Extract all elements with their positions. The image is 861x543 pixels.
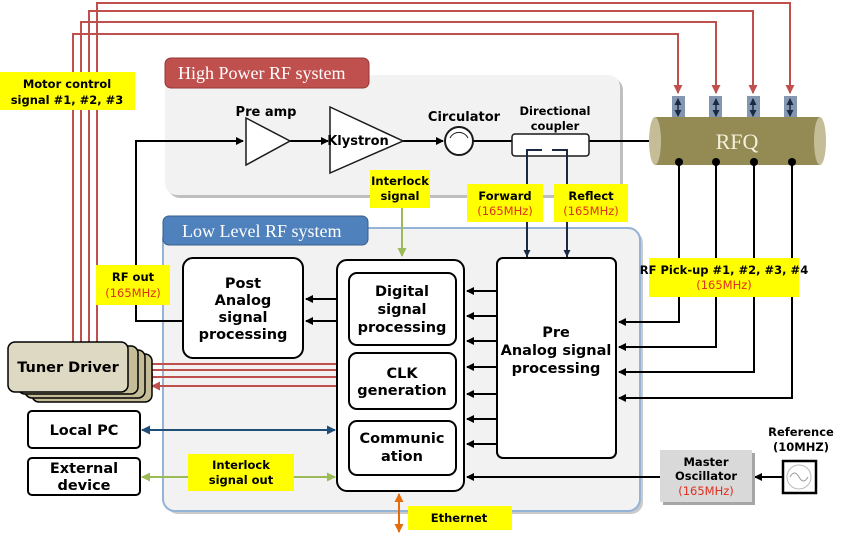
labels-motor-1-text: signal #1, #2, #3 bbox=[11, 93, 124, 107]
tuner-driver-stack: Tuner Driver bbox=[7, 341, 153, 403]
rfq-cavity: RFQ bbox=[649, 96, 826, 166]
external-master_osc-1-text: Oscillator bbox=[675, 469, 737, 483]
low_level-pre_analog-2-text: processing bbox=[512, 361, 601, 377]
communication-block: Communic ation bbox=[348, 420, 457, 476]
interlock-signal-label: Interlock signal bbox=[370, 170, 430, 208]
labels-interlock-1-text: signal bbox=[381, 189, 420, 203]
labels-forward-0-text: Forward bbox=[478, 189, 531, 203]
labels-rf_out-1-text: (165MHz) bbox=[105, 286, 161, 300]
digital-signal-processing-block: Digital signal processing bbox=[348, 272, 457, 346]
rfq-tuner-ports bbox=[672, 96, 797, 117]
pre-analog-block: Pre Analog signal processing bbox=[496, 257, 617, 459]
labels-reflect-0-text: Reflect bbox=[568, 189, 614, 203]
low_level-digital-2-text: processing bbox=[358, 320, 447, 336]
external-master_osc-0-text: Master bbox=[683, 455, 728, 469]
low-level-title: Low Level RF system bbox=[182, 221, 342, 241]
circulator-icon bbox=[444, 126, 474, 156]
labels-interlock_out-1-text: signal out bbox=[209, 473, 274, 487]
external-device-box: External device bbox=[27, 457, 141, 496]
low_level-digital-0-text: Digital bbox=[375, 284, 429, 300]
labels-motor-0-text: Motor control bbox=[23, 77, 111, 91]
low_level-comm-0-text: Communic bbox=[359, 431, 444, 447]
external-reference-0-text: Reference bbox=[768, 425, 834, 439]
labels-forward-1-text: (165MHz) bbox=[477, 204, 533, 218]
low_level-digital-1-text: signal bbox=[377, 302, 426, 318]
interlock-signal-out-label: Interlock signal out bbox=[188, 454, 294, 491]
labels-reflect-1-text: (165MHz) bbox=[563, 204, 619, 218]
labels-pickup-1-text: (165MHz) bbox=[696, 278, 752, 292]
post-analog-block: Post Analog signal processing bbox=[182, 257, 304, 359]
coupler-label-2: coupler bbox=[531, 119, 580, 133]
low_level-pre_analog-1-text: Analog signal bbox=[501, 343, 612, 359]
ethernet-label: Ethernet bbox=[408, 506, 512, 530]
external-external_device-0-text: External bbox=[50, 461, 118, 477]
coupler-label-1: Directional bbox=[519, 104, 590, 118]
low_level-post_analog-2-text: signal bbox=[218, 310, 267, 326]
motor-control-label: Motor control signal #1, #2, #3 bbox=[0, 72, 135, 110]
rf-out-label: RF out (165MHz) bbox=[96, 265, 170, 305]
fpga-block: Digital signal processing CLK generation… bbox=[336, 259, 465, 492]
labels-ethernet-text: Ethernet bbox=[431, 511, 488, 525]
external-reference-1-text: (10MHZ) bbox=[773, 440, 829, 454]
external-local_pc-text: Local PC bbox=[50, 423, 119, 439]
local-pc-box: Local PC bbox=[27, 410, 141, 449]
rf-pickup-label: RF Pick-up #1, #2, #3, #4 (165MHz) bbox=[640, 258, 808, 297]
low_level-post_analog-3-text: processing bbox=[199, 327, 288, 343]
reference-oscillator: Reference (10MHZ) bbox=[768, 425, 834, 495]
klystron-label: Klystron bbox=[327, 134, 389, 149]
labels-rf_out-0-text: RF out bbox=[112, 270, 155, 284]
low_level-clk-1-text: generation bbox=[357, 383, 447, 399]
external-external_device-1-text: device bbox=[57, 478, 110, 494]
master-oscillator-box: Master Oscillator (165MHz) bbox=[660, 450, 755, 505]
labels-interlock_out-0-text: Interlock bbox=[212, 458, 270, 472]
low_level-post_analog-1-text: Analog bbox=[215, 293, 272, 309]
circulator-label: Circulator bbox=[428, 110, 501, 125]
labels-pickup-0-text: RF Pick-up #1, #2, #3, #4 bbox=[640, 263, 808, 277]
pre-amp-label: Pre amp bbox=[236, 105, 297, 120]
high-power-title: High Power RF system bbox=[178, 63, 346, 83]
llrf-block-diagram: High Power RF system Low Level RF system… bbox=[0, 0, 861, 543]
diagram-canvas: High Power RF system Low Level RF system… bbox=[0, 2, 834, 533]
rfq-label: RFQ bbox=[716, 129, 759, 154]
external-master_osc-2-text: (165MHz) bbox=[678, 484, 734, 498]
low_level-clk-0-text: CLK bbox=[386, 366, 418, 382]
labels-interlock-0-text: Interlock bbox=[371, 174, 429, 188]
tuner-driver-label: Tuner Driver bbox=[17, 360, 119, 376]
clk-generation-block: CLK generation bbox=[348, 352, 457, 410]
reflect-label: Reflect (165MHz) bbox=[554, 184, 628, 222]
low_level-pre_analog-0-text: Pre bbox=[542, 325, 570, 341]
low_level-comm-1-text: ation bbox=[381, 449, 423, 465]
forward-label: Forward (165MHz) bbox=[467, 184, 543, 222]
low_level-post_analog-0-text: Post bbox=[225, 276, 261, 292]
